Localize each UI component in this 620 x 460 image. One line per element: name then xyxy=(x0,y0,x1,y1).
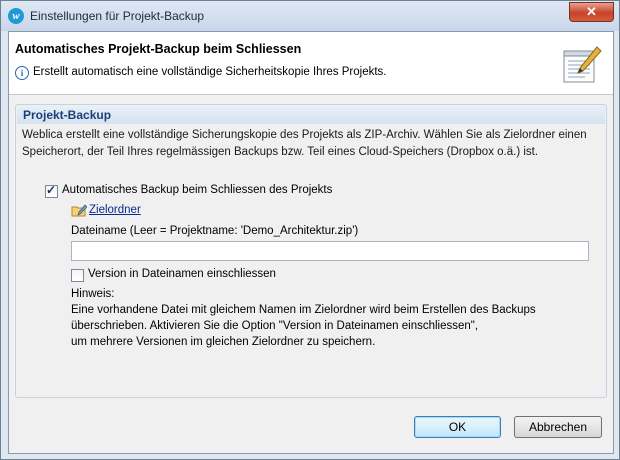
header-description: Erstellt automatisch eine vollständige S… xyxy=(33,66,387,78)
hint-title: Hinweis: xyxy=(71,288,115,300)
checkmark-icon: ✓ xyxy=(46,183,57,197)
window-title: Einstellungen für Projekt-Backup xyxy=(30,9,205,23)
target-folder-link[interactable]: Zielordner xyxy=(89,204,141,216)
auto-backup-checkbox[interactable]: ✓ xyxy=(45,183,58,198)
weblica-app-icon: w xyxy=(8,8,24,24)
version-checkbox[interactable] xyxy=(71,269,84,282)
hint-line-1: Eine vorhandene Datei mit gleichem Namen… xyxy=(71,304,536,316)
cancel-button[interactable]: Abbrechen xyxy=(514,416,602,438)
filename-label: Dateiname (Leer = Projektname: 'Demo_Arc… xyxy=(71,225,359,237)
info-icon: i xyxy=(15,66,29,80)
group-title: Projekt-Backup xyxy=(17,106,605,124)
close-button[interactable]: ✕ xyxy=(569,2,614,22)
auto-backup-label[interactable]: Automatisches Backup beim Schliessen des… xyxy=(62,184,332,196)
project-backup-group: Projekt-Backup Weblica erstellt eine vol… xyxy=(15,104,607,398)
dialog-header: Automatisches Projekt-Backup beim Schlie… xyxy=(9,32,613,95)
version-label[interactable]: Version in Dateinamen einschliessen xyxy=(88,268,276,280)
ok-button[interactable]: OK xyxy=(414,416,501,438)
notepad-pencil-icon xyxy=(563,46,602,83)
header-title: Automatisches Projekt-Backup beim Schlie… xyxy=(15,42,302,56)
hint-line-2: überschrieben. Aktivieren Sie die Option… xyxy=(71,320,479,332)
dialog-window: w Einstellungen für Projekt-Backup ✕ Aut… xyxy=(0,0,620,460)
title-bar[interactable]: w Einstellungen für Projekt-Backup ✕ xyxy=(1,1,619,31)
dialog-client: Automatisches Projekt-Backup beim Schlie… xyxy=(8,31,614,454)
dialog-body: Projekt-Backup Weblica erstellt eine vol… xyxy=(9,95,613,453)
filename-input[interactable] xyxy=(71,241,589,261)
group-description: Weblica erstellt eine vollständige Siche… xyxy=(22,129,587,158)
hint-line-3: um mehrere Versionen im gleichen Zielord… xyxy=(71,336,376,348)
folder-pencil-icon xyxy=(71,204,87,217)
